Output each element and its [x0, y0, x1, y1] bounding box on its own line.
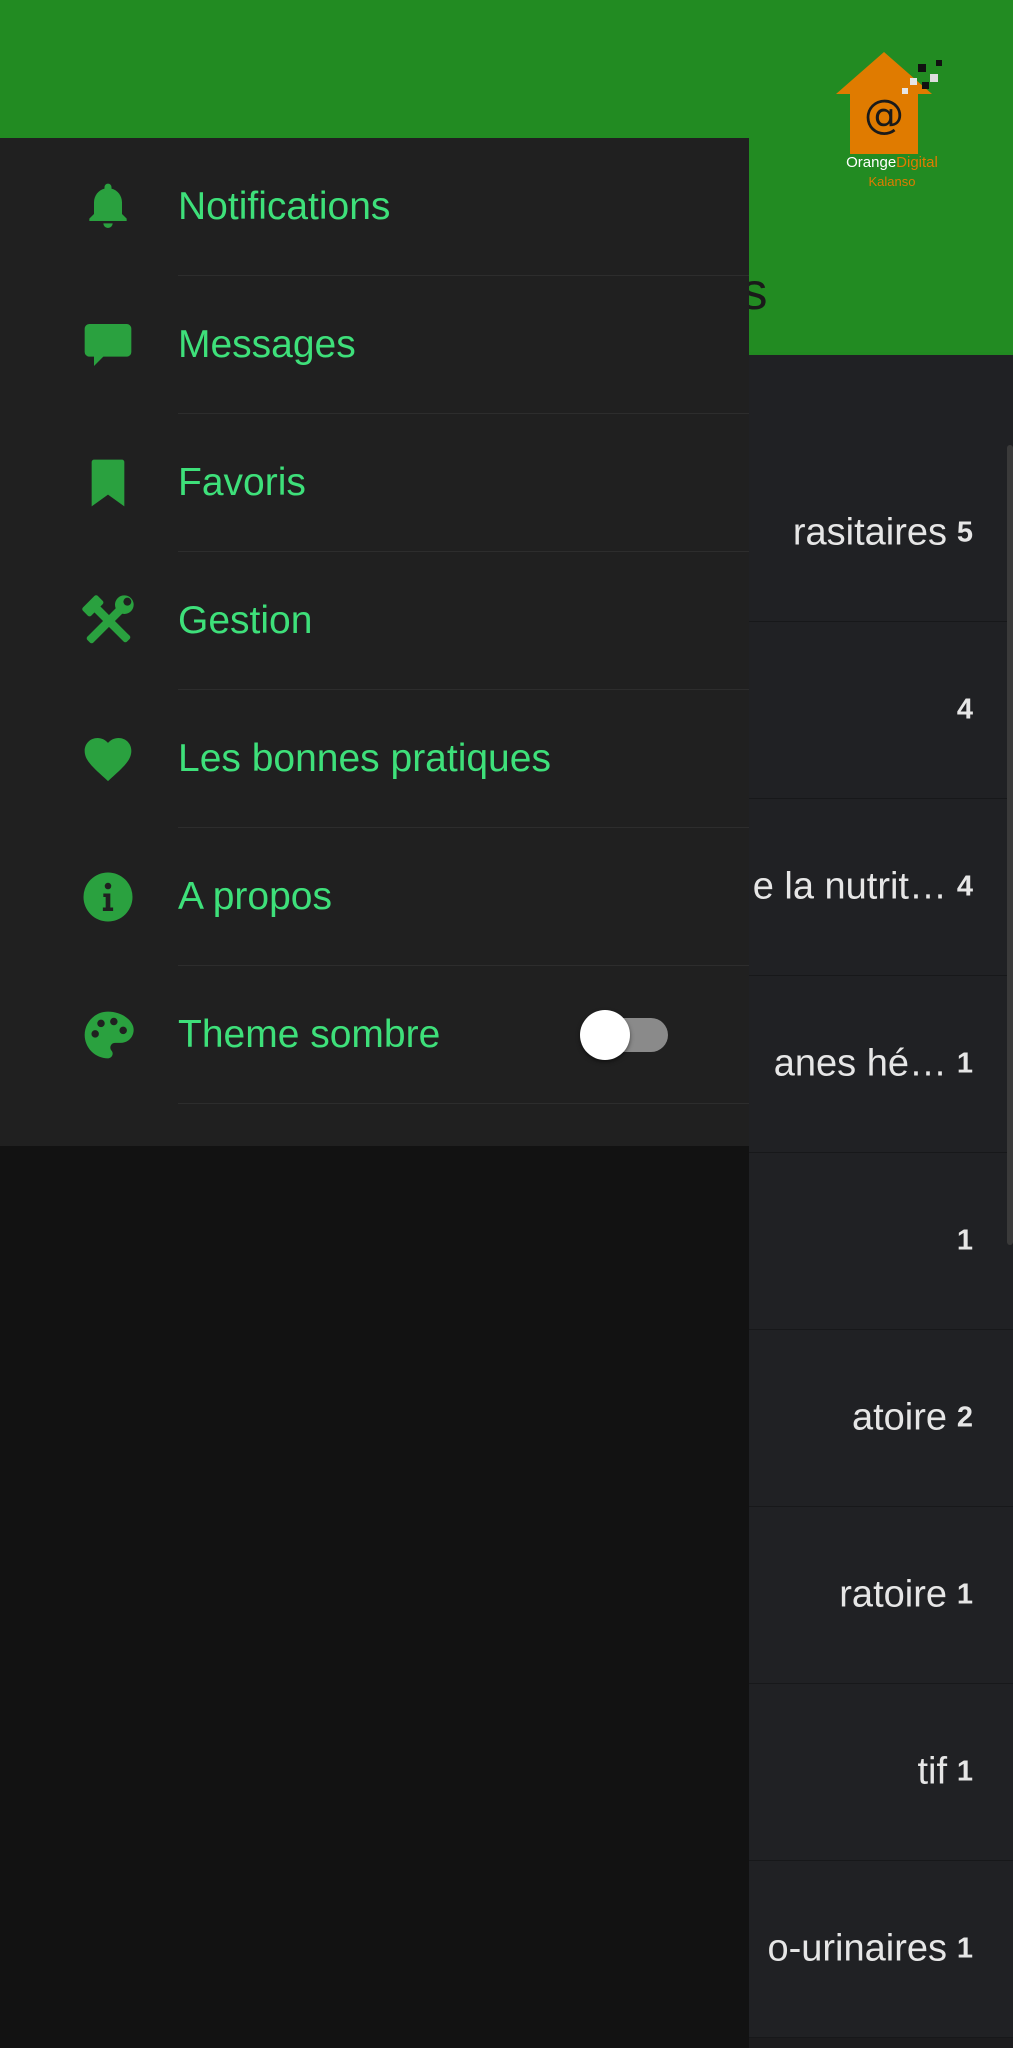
scrollbar[interactable] — [1007, 445, 1013, 1245]
menu-item-label: Les bonnes pratiques — [178, 737, 551, 780]
toggle-thumb — [580, 1010, 630, 1060]
logo-text-kalanso: Kalanso — [868, 174, 916, 189]
chat-icon — [80, 317, 136, 373]
menu-item-label: Theme sombre — [178, 1013, 441, 1056]
dark-theme-toggle[interactable] — [580, 1009, 672, 1061]
info-icon — [80, 869, 136, 925]
list-item-count: 1 — [956, 1047, 973, 1080]
list-item-title: anes hé… — [773, 1042, 947, 1085]
list-item-count: 5 — [956, 516, 973, 549]
list-item-title: rasitaires — [792, 511, 947, 554]
menu-item-label: A propos — [178, 875, 332, 918]
drawer-header — [0, 0, 749, 138]
menu-item-label: Gestion — [178, 599, 313, 642]
bookmark-icon — [80, 455, 136, 511]
list-item-title: tif — [917, 1750, 947, 1793]
menu-item-notifications[interactable]: Notifications — [0, 138, 749, 276]
menu-item-label: Favoris — [178, 461, 306, 504]
menu-item-label: Notifications — [178, 185, 391, 228]
navigation-drawer: Notifications Messages Favoris Gestion L… — [0, 138, 749, 1146]
heart-icon — [80, 731, 136, 787]
list-item-count: 1 — [956, 1224, 973, 1257]
list-item-title: e la nutrit… — [752, 865, 947, 908]
house-logo-icon: @ — [836, 52, 942, 154]
logo-text-orange: Orange — [846, 154, 897, 171]
list-item-count: 1 — [956, 1755, 973, 1788]
menu-item-gestion[interactable]: Gestion — [0, 552, 749, 690]
menu-item-messages[interactable]: Messages — [0, 276, 749, 414]
logo-text-digital: Digital — [896, 154, 938, 171]
list-item-count: 1 — [956, 1932, 973, 1965]
bell-icon — [80, 179, 136, 235]
svg-text:@: @ — [864, 92, 904, 138]
list-item-count: 4 — [956, 693, 973, 726]
list-item-title: atoire — [851, 1396, 947, 1439]
tools-icon — [80, 593, 136, 649]
menu-item-bonnes-pratiques[interactable]: Les bonnes pratiques — [0, 690, 749, 828]
list-item-count: 2 — [956, 1401, 973, 1434]
menu-item-label: Messages — [178, 323, 356, 366]
list-item-title: o-urinaires — [767, 1927, 947, 1970]
orange-digital-kalanso-logo: @ OrangeDigital Kalanso — [836, 52, 948, 192]
menu-item-theme-sombre[interactable]: Theme sombre — [0, 966, 749, 1104]
list-item-count: 1 — [956, 1578, 973, 1611]
list-item-count: 4 — [956, 870, 973, 903]
menu-item-a-propos[interactable]: A propos — [0, 828, 749, 966]
list-item-title: ratoire — [839, 1573, 947, 1616]
menu-item-favoris[interactable]: Favoris — [0, 414, 749, 552]
palette-icon — [80, 1007, 136, 1063]
